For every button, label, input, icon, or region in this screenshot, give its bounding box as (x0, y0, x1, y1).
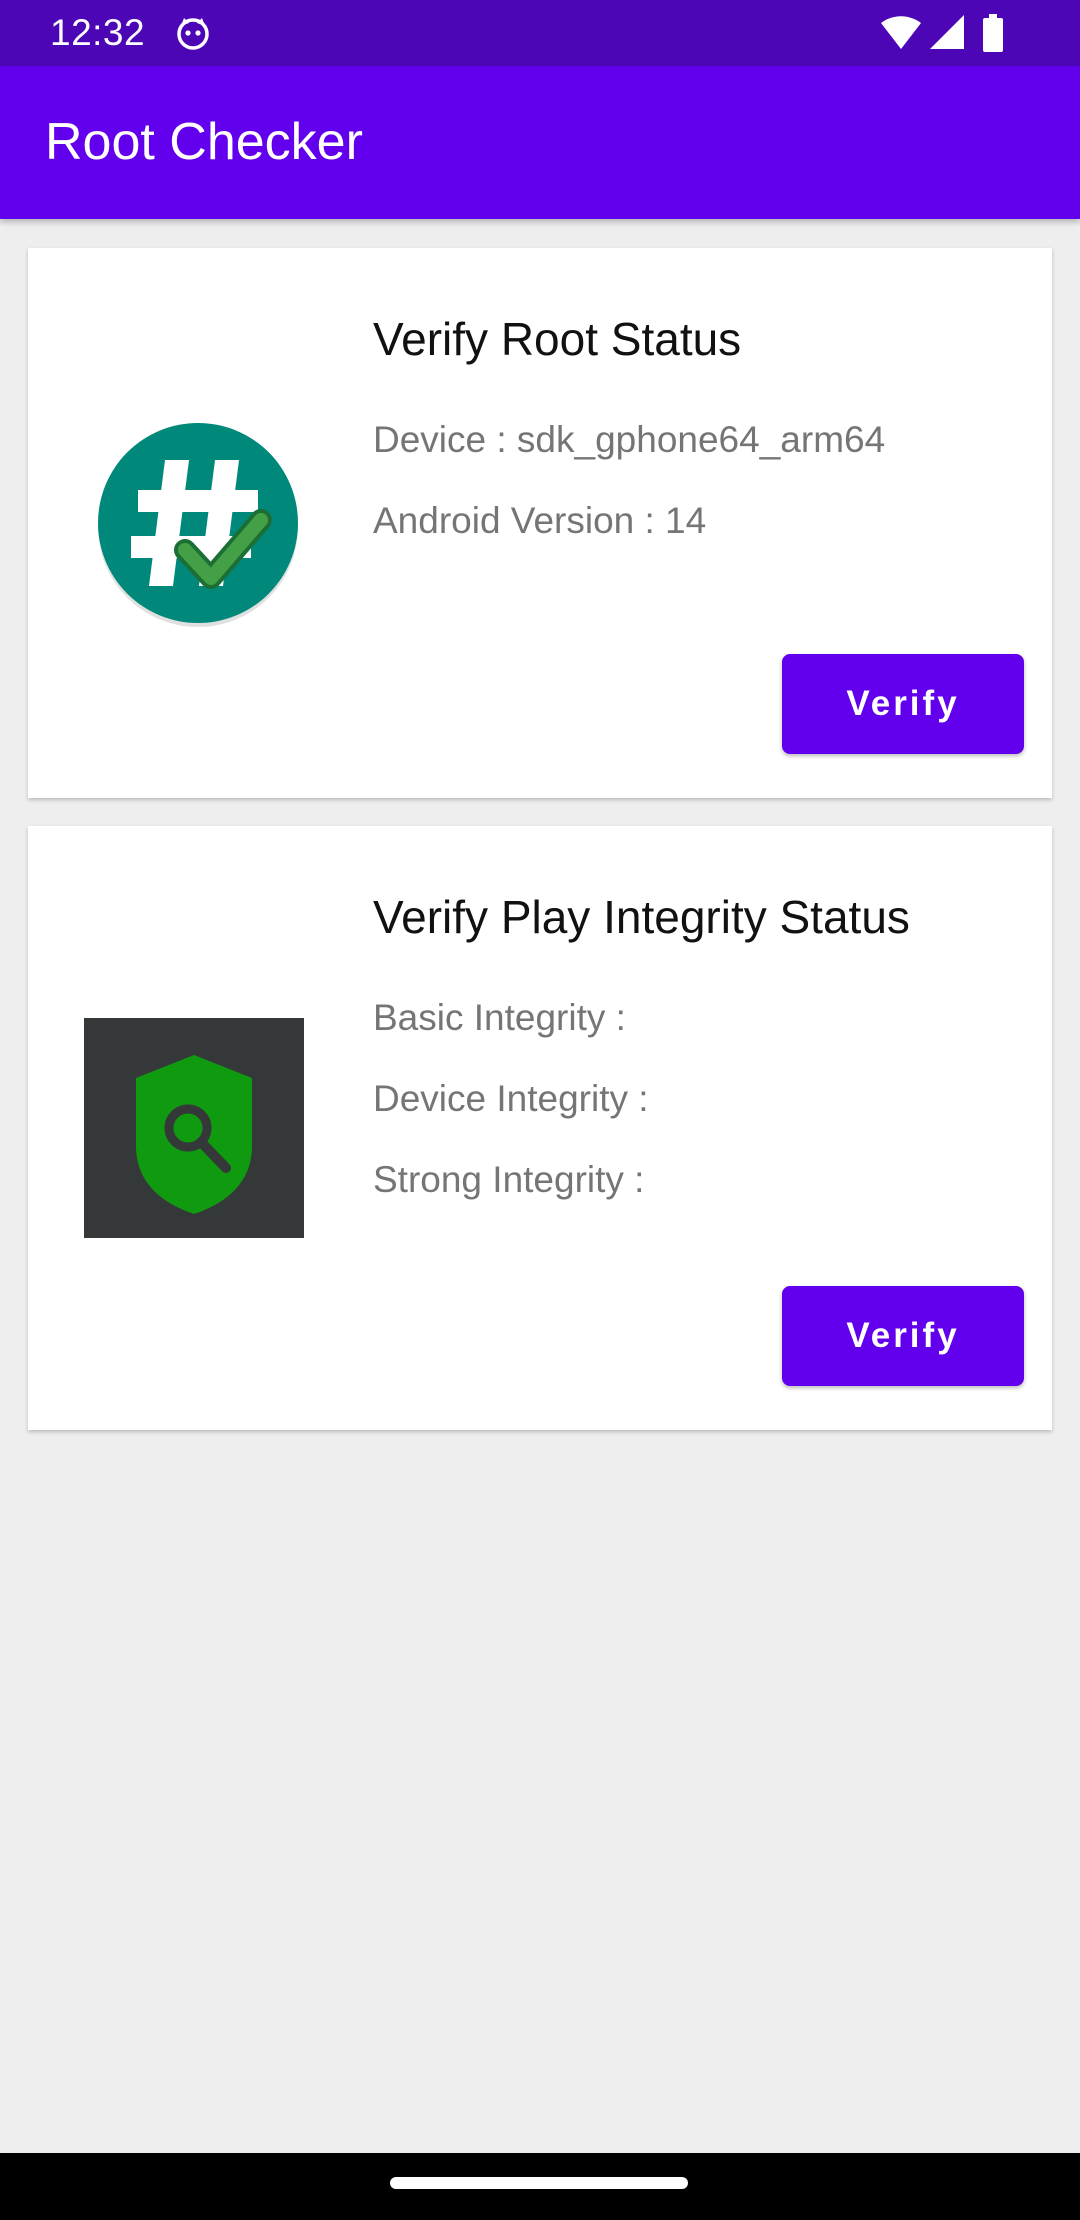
navigation-bar (0, 2153, 1080, 2220)
home-gesture-handle[interactable] (390, 2177, 688, 2189)
verify-root-button[interactable]: Verify (782, 654, 1024, 754)
device-name-text: Device : sdk_gphone64_arm64 (373, 419, 886, 460)
root-status-card: Verify Root Status Device : sdk_gphone64… (28, 248, 1052, 798)
device-integrity-text: Device Integrity : (373, 1078, 649, 1119)
app-bar: Root Checker (0, 66, 1080, 219)
battery-icon (983, 14, 1003, 52)
basic-integrity-text: Basic Integrity : (373, 997, 626, 1038)
root-hash-check-icon (98, 423, 298, 627)
android-version-text: Android Version : 14 (373, 500, 707, 541)
root-card-title: Verify Root Status (373, 313, 742, 365)
strong-integrity-text: Strong Integrity : (373, 1159, 645, 1200)
wifi-icon (881, 16, 921, 49)
play-integrity-card: Verify Play Integrity Status Basic Integ… (28, 826, 1052, 1430)
cat-notification-icon (177, 18, 209, 50)
shield-search-icon (84, 1018, 304, 1238)
status-bar: 12:32 (0, 0, 1080, 66)
status-time: 12:32 (50, 12, 146, 53)
app-title: Root Checker (45, 113, 363, 171)
integrity-card-title: Verify Play Integrity Status (373, 891, 910, 943)
cellular-signal-icon (930, 15, 964, 49)
verify-integrity-button[interactable]: Verify (782, 1286, 1024, 1386)
